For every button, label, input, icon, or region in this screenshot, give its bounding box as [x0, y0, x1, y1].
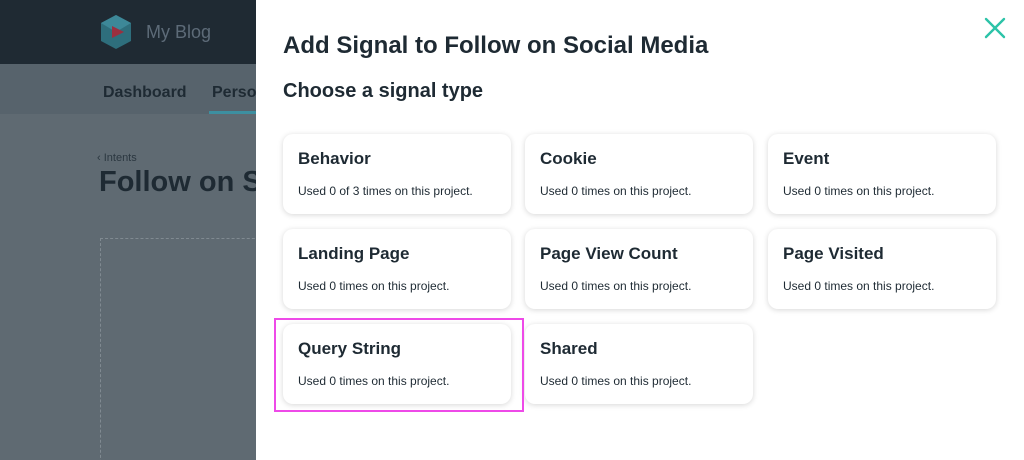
- brand-name: My Blog: [146, 22, 212, 42]
- signal-card-landing-page[interactable]: Landing Page Used 0 times on this projec…: [283, 229, 511, 309]
- card-usage: Used 0 times on this project.: [540, 184, 692, 198]
- card-usage: Used 0 times on this project.: [540, 279, 692, 293]
- breadcrumb[interactable]: ‹ Intents: [97, 152, 137, 164]
- panel-title: Add Signal to Follow on Social Media: [283, 32, 709, 59]
- card-title: Behavior: [298, 149, 371, 168]
- signal-card-shared[interactable]: Shared Used 0 times on this project.: [525, 324, 753, 404]
- card-title: Query String: [298, 339, 401, 358]
- signal-card-page-view-count[interactable]: Page View Count Used 0 times on this pro…: [525, 229, 753, 309]
- page-title: Follow on S: [99, 166, 256, 198]
- card-usage: Used 0 times on this project.: [298, 279, 450, 293]
- signal-card-query-string[interactable]: Query String Used 0 times on this projec…: [283, 324, 511, 404]
- card-title: Landing Page: [298, 244, 410, 263]
- nav-active-indicator: [209, 111, 256, 114]
- card-title: Page View Count: [540, 244, 678, 263]
- nav-personalization[interactable]: Perso: [212, 84, 256, 102]
- signal-card-event[interactable]: Event Used 0 times on this project.: [768, 134, 996, 214]
- card-title: Cookie: [540, 149, 597, 168]
- drop-zone: [100, 238, 256, 460]
- card-title: Shared: [540, 339, 598, 358]
- card-title: Event: [783, 149, 830, 168]
- card-usage: Used 0 times on this project.: [783, 184, 935, 198]
- close-icon[interactable]: [981, 14, 1009, 42]
- signal-card-cookie[interactable]: Cookie Used 0 times on this project.: [525, 134, 753, 214]
- nav-dashboard[interactable]: Dashboard: [103, 84, 187, 102]
- signal-card-page-visited[interactable]: Page Visited Used 0 times on this projec…: [768, 229, 996, 309]
- card-usage: Used 0 times on this project.: [298, 374, 450, 388]
- panel-subtitle: Choose a signal type: [283, 80, 484, 102]
- card-usage: Used 0 of 3 times on this project.: [298, 184, 473, 198]
- logo-icon: [101, 15, 131, 49]
- background-app: My Blog Dashboard Perso ‹ Intents Follow…: [0, 0, 256, 460]
- card-usage: Used 0 times on this project.: [783, 279, 935, 293]
- card-usage: Used 0 times on this project.: [540, 374, 692, 388]
- add-signal-panel: Add Signal to Follow on Social Media Cho…: [256, 0, 1024, 460]
- signal-card-behavior[interactable]: Behavior Used 0 of 3 times on this proje…: [283, 134, 511, 214]
- card-title: Page Visited: [783, 244, 884, 263]
